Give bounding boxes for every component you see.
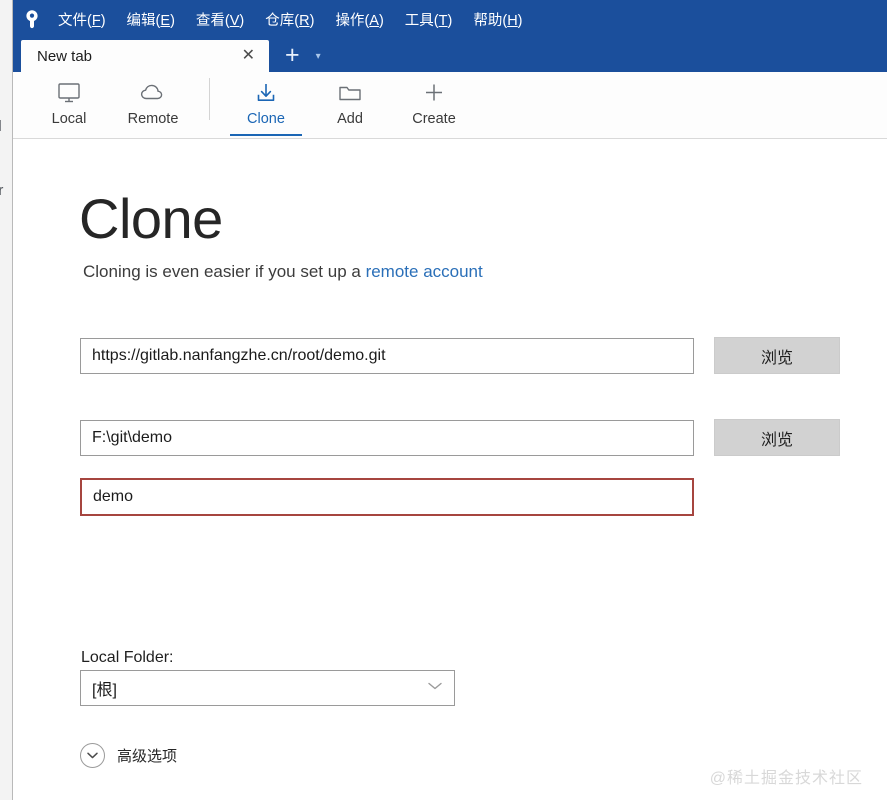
toolbar-label-create: Create bbox=[412, 111, 456, 127]
menu-item-tools-label: 工具 bbox=[404, 12, 434, 29]
menu-item-file-accel: F bbox=[91, 12, 101, 29]
menu-item-actions-label: 操作 bbox=[335, 12, 365, 29]
plus-icon bbox=[421, 78, 447, 108]
plus-icon[interactable]: + bbox=[285, 43, 300, 68]
toolbar-label-remote: Remote bbox=[127, 111, 179, 127]
local-folder-label: Local Folder: bbox=[81, 649, 174, 666]
menu-item-actions-accel: A bbox=[369, 12, 379, 29]
source-url-row: https://gitlab.nanfangzhe.cn/root/demo.g… bbox=[80, 337, 840, 374]
local-folder-select[interactable]: [根] bbox=[80, 670, 455, 706]
toolbar-label-clone: Clone bbox=[247, 111, 285, 127]
toolbar-button-local[interactable]: Local bbox=[27, 72, 111, 136]
menu-item-file-label: 文件 bbox=[58, 12, 87, 29]
repository-name-input[interactable]: demo bbox=[80, 478, 694, 516]
sourcetree-window: 文件(F) 编辑(E) 查看(V) 仓库(R) 操作(A) 工具(T) 帮助(H… bbox=[13, 0, 887, 800]
menu-item-help[interactable]: 帮助(H) bbox=[472, 7, 523, 32]
menu-item-view-accel: V bbox=[229, 12, 240, 29]
menu-bar: 文件(F) 编辑(E) 查看(V) 仓库(R) 操作(A) 工具(T) 帮助(H… bbox=[57, 7, 524, 32]
menu-item-edit-label: 编辑 bbox=[126, 12, 156, 29]
chevron-down-icon bbox=[426, 679, 444, 697]
chevron-down-circle-icon bbox=[80, 743, 105, 768]
watermark: @稀土掘金技术社区 bbox=[709, 770, 863, 787]
page-subtitle-text: Cloning is even easier if you set up a bbox=[83, 262, 366, 281]
browse-destination-button[interactable]: 浏览 bbox=[714, 419, 840, 456]
menu-item-help-accel: H bbox=[507, 12, 518, 29]
menu-item-edit[interactable]: 编辑(E) bbox=[126, 7, 176, 32]
toolbar-label-add: Add bbox=[337, 111, 363, 127]
folder-icon bbox=[336, 78, 364, 108]
chevron-down-icon[interactable]: ▾ bbox=[316, 51, 321, 62]
toolbar-button-create[interactable]: Create bbox=[392, 72, 476, 136]
toolbar: Local Remote Clone Add Create bbox=[13, 72, 887, 139]
close-icon[interactable]: ✕ bbox=[238, 46, 259, 66]
menu-item-actions[interactable]: 操作(A) bbox=[334, 7, 384, 32]
destination-path-input[interactable]: F:\git\demo bbox=[80, 419, 694, 456]
title-bar: 文件(F) 编辑(E) 查看(V) 仓库(R) 操作(A) 工具(T) 帮助(H… bbox=[13, 0, 887, 38]
browse-source-button[interactable]: 浏览 bbox=[714, 337, 840, 374]
toolbar-button-add[interactable]: Add bbox=[308, 72, 392, 136]
toolbar-button-clone[interactable]: Clone bbox=[224, 72, 308, 136]
tab-strip: New tab ✕ + ▾ bbox=[13, 38, 887, 72]
menu-item-view-label: 查看 bbox=[195, 12, 225, 29]
cloud-icon bbox=[138, 78, 168, 108]
advanced-options-toggle[interactable]: 高级选项 bbox=[80, 743, 177, 768]
download-icon bbox=[253, 78, 279, 108]
menu-item-edit-accel: E bbox=[160, 12, 171, 29]
toolbar-label-local: Local bbox=[51, 111, 87, 127]
page-subtitle: Cloning is even easier if you set up a r… bbox=[83, 262, 483, 282]
local-folder-value: [根] bbox=[92, 682, 117, 699]
toolbar-separator bbox=[209, 78, 210, 120]
remote-account-link[interactable]: remote account bbox=[366, 262, 483, 281]
menu-item-repository[interactable]: 仓库(R) bbox=[264, 7, 315, 32]
background-text-fragment-2: er bbox=[0, 182, 3, 199]
menu-item-file[interactable]: 文件(F) bbox=[57, 7, 107, 32]
monitor-icon bbox=[56, 78, 82, 108]
page-title: Clone bbox=[79, 187, 223, 250]
app-logo-icon bbox=[19, 6, 45, 32]
tab-new-tab[interactable]: New tab ✕ bbox=[21, 40, 269, 72]
source-url-input[interactable]: https://gitlab.nanfangzhe.cn/root/demo.g… bbox=[80, 337, 694, 374]
background-text-fragment-1: ol bbox=[0, 118, 2, 135]
tab-label: New tab bbox=[37, 47, 93, 65]
name-row: demo bbox=[80, 478, 694, 516]
advanced-options-label: 高级选项 bbox=[117, 748, 178, 765]
menu-item-repository-label: 仓库 bbox=[265, 12, 295, 29]
clone-page: Clone Cloning is even easier if you set … bbox=[13, 139, 887, 800]
toolbar-button-remote[interactable]: Remote bbox=[111, 72, 195, 136]
menu-item-tools-accel: T bbox=[438, 12, 448, 29]
menu-item-repository-accel: R bbox=[299, 12, 310, 29]
menu-item-tools[interactable]: 工具(T) bbox=[404, 7, 454, 32]
menu-item-help-label: 帮助 bbox=[473, 12, 503, 29]
menu-item-view[interactable]: 查看(V) bbox=[195, 7, 245, 32]
destination-path-row: F:\git\demo 浏览 bbox=[80, 419, 840, 456]
